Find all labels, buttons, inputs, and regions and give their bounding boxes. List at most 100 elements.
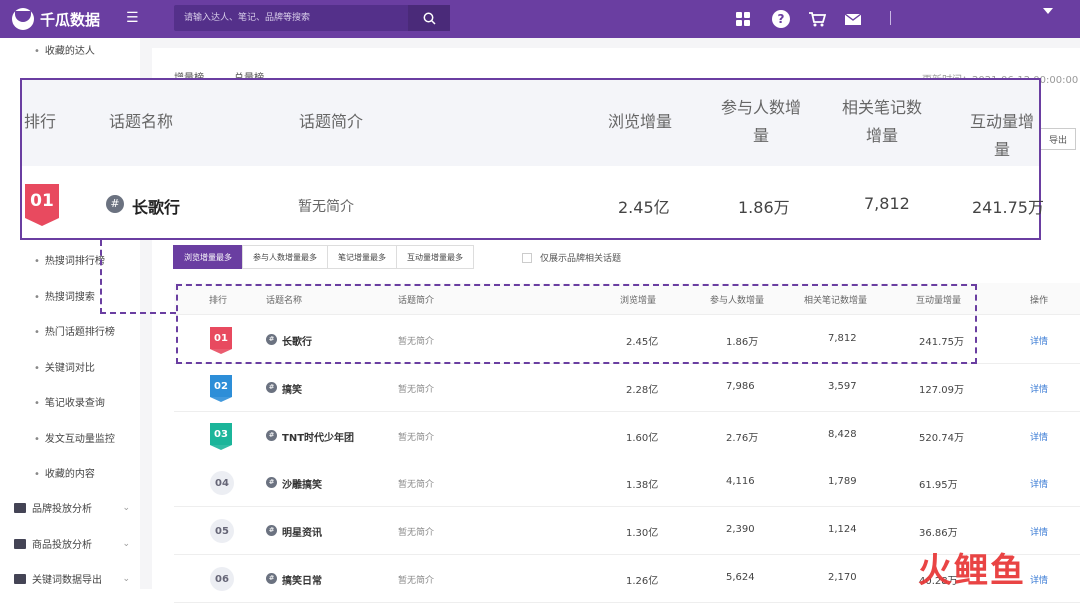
sidebar-item-note-index[interactable]: 笔记收录查询 [34,394,105,409]
search-bar [174,5,450,31]
interactions-value: 241.75万 [919,337,964,348]
details-link[interactable]: 详情 [1030,382,1048,395]
topic-hash-icon: # [266,573,277,584]
zoom-header: 排行 话题名称 话题简介 浏览增量 参与人数增量 相关笔记数增量 互动量增量 [22,80,1039,166]
topic-name[interactable]: 搞笑日常 [282,572,322,587]
topic-name[interactable]: 明星资讯 [282,524,322,539]
notes-value: 1,124 [828,524,857,535]
details-link[interactable]: 详情 [1030,525,1048,538]
sidebar-item-hot-topic-rank[interactable]: 热门话题排行榜 [34,323,115,338]
logo[interactable]: 千瓜数据 [12,7,100,31]
rank-badge: 03 [210,423,232,450]
zoom-notes: 7,812 [864,194,910,213]
header-notes[interactable]: 相关笔记数增量 [804,293,867,306]
topic-name[interactable]: 搞笑 [282,381,302,396]
details-link[interactable]: 详情 [1030,430,1048,443]
chart-icon [14,502,26,513]
apps-grid-icon[interactable] [734,10,752,28]
topic-intro: 暂无简介 [398,576,435,586]
details-link[interactable]: 详情 [1030,334,1048,347]
header-rank: 排行 [209,296,228,306]
mail-icon[interactable] [844,10,862,28]
table-row[interactable]: 03 # TNT时代少年团 暂无简介 1.60亿 2.76万 8,428 520.74万 详情 [174,412,1080,460]
participants-value: 2.76万 [726,433,759,444]
cart-icon[interactable] [808,10,827,28]
topic-hash-icon: # [106,195,124,213]
views-value: 1.60亿 [626,433,659,444]
notes-value: 7,812 [828,333,857,344]
logo-icon [12,8,34,30]
participants-value: 5,624 [726,572,755,583]
details-link[interactable]: 详情 [1030,573,1048,586]
filter-most-views[interactable]: 浏览增量最多 [173,245,243,269]
topic-hash-icon: # [266,525,277,536]
sidebar-item-post-monitor[interactable]: 发文互动量监控 [34,430,115,445]
sidebar-item-favorite-content[interactable]: 收藏的内容 [34,465,95,480]
header-topic-intro: 话题简介 [398,296,435,306]
participants-value: 4,116 [726,476,755,487]
topic-name[interactable]: 长歌行 [282,333,312,348]
table-row[interactable]: 01 # 长歌行 暂无简介 2.45亿 1.86万 7,812 241.75万 详情 [174,316,1080,364]
account-dropdown-icon[interactable] [1043,8,1053,14]
filter-most-participants[interactable]: 参与人数增量最多 [242,245,328,269]
participants-value: 1.86万 [726,337,759,348]
brand-name: 千瓜数据 [40,10,101,29]
zoom-rank-badge: 01 [25,184,59,226]
zoom-header-notes: 相关笔记数增量 [841,98,922,145]
sidebar-item-favorite-kols[interactable]: 收藏的达人 [34,42,95,57]
table-header: 排行 话题名称 话题简介 浏览增量 参与人数增量 相关笔记数增量 互动量增量 操… [174,283,1080,315]
notes-value: 2,170 [828,572,857,583]
zoom-header-participants: 参与人数增量 [720,98,801,145]
topic-intro: 暂无简介 [398,337,435,347]
rank-badge: 01 [210,327,232,354]
participants-value: 7,986 [726,381,755,392]
search-icon [423,12,436,25]
zoom-header-rank: 排行 [23,112,56,131]
views-value: 2.45亿 [626,337,659,348]
interactions-value: 61.95万 [919,480,958,491]
sidebar-item-product-analysis[interactable]: 商品投放分析 ⌄ [14,536,130,551]
zoom-topic-intro: 暂无简介 [298,199,354,215]
brand-only-checkbox[interactable]: 仅展示品牌相关话题 [522,251,621,264]
sidebar-item-hot-search[interactable]: 热搜词搜索 [34,288,95,303]
sidebar-item-brand-analysis[interactable]: 品牌投放分析 ⌄ [14,500,130,515]
rank-badge: 06 [210,567,234,591]
topic-intro: 暂无简介 [398,528,435,538]
export-icon [14,573,26,584]
topic-intro: 暂无简介 [398,385,435,395]
help-icon[interactable]: ? [772,10,790,28]
chevron-down-icon: ⌄ [122,538,130,549]
header-views[interactable]: 浏览增量 [620,293,656,306]
sidebar-item-label: 品牌投放分析 [32,504,92,515]
menu-toggle-icon[interactable]: ☰ [126,10,142,26]
topic-intro: 暂无简介 [398,480,435,490]
notes-value: 3,597 [828,381,857,392]
filter-most-interactions[interactable]: 互动量增量最多 [396,245,474,269]
header-interactions[interactable]: 互动量增量 [916,293,961,306]
sidebar-item-keyword-export[interactable]: 关键词数据导出 ⌄ [14,571,130,586]
views-value: 1.38亿 [626,480,659,491]
search-input[interactable] [174,5,408,31]
table-row[interactable]: 02 # 搞笑 暂无简介 2.28亿 7,986 3,597 127.09万 详情 [174,364,1080,412]
topic-name[interactable]: TNT时代少年团 [282,429,354,444]
product-icon [14,538,26,549]
topic-hash-icon: # [266,334,277,345]
checkbox-box[interactable] [522,252,532,263]
zoom-interactions: 241.75万 [972,198,1044,217]
chevron-down-icon: ⌄ [122,502,130,513]
search-button[interactable] [408,5,450,31]
chevron-down-icon: ⌄ [122,573,130,584]
topic-hash-icon: # [266,477,277,488]
export-button[interactable]: 导出 [1040,128,1076,150]
topic-hash-icon: # [266,430,277,441]
sidebar-item-keyword-compare[interactable]: 关键词对比 [34,359,95,374]
header-participants[interactable]: 参与人数增量 [710,293,764,306]
notes-value: 8,428 [828,429,857,440]
sidebar-item-hot-search-rank[interactable]: 热搜词排行榜 [34,252,105,267]
table-row[interactable]: 04 # 沙雕搞笑 暂无简介 1.38亿 4,116 1,789 61.95万 详情 [174,459,1080,507]
views-value: 1.30亿 [626,528,659,539]
rank-badge: 04 [210,471,234,495]
details-link[interactable]: 详情 [1030,477,1048,490]
topic-name[interactable]: 沙雕搞笑 [282,476,322,491]
filter-most-notes[interactable]: 笔记增量最多 [327,245,397,269]
